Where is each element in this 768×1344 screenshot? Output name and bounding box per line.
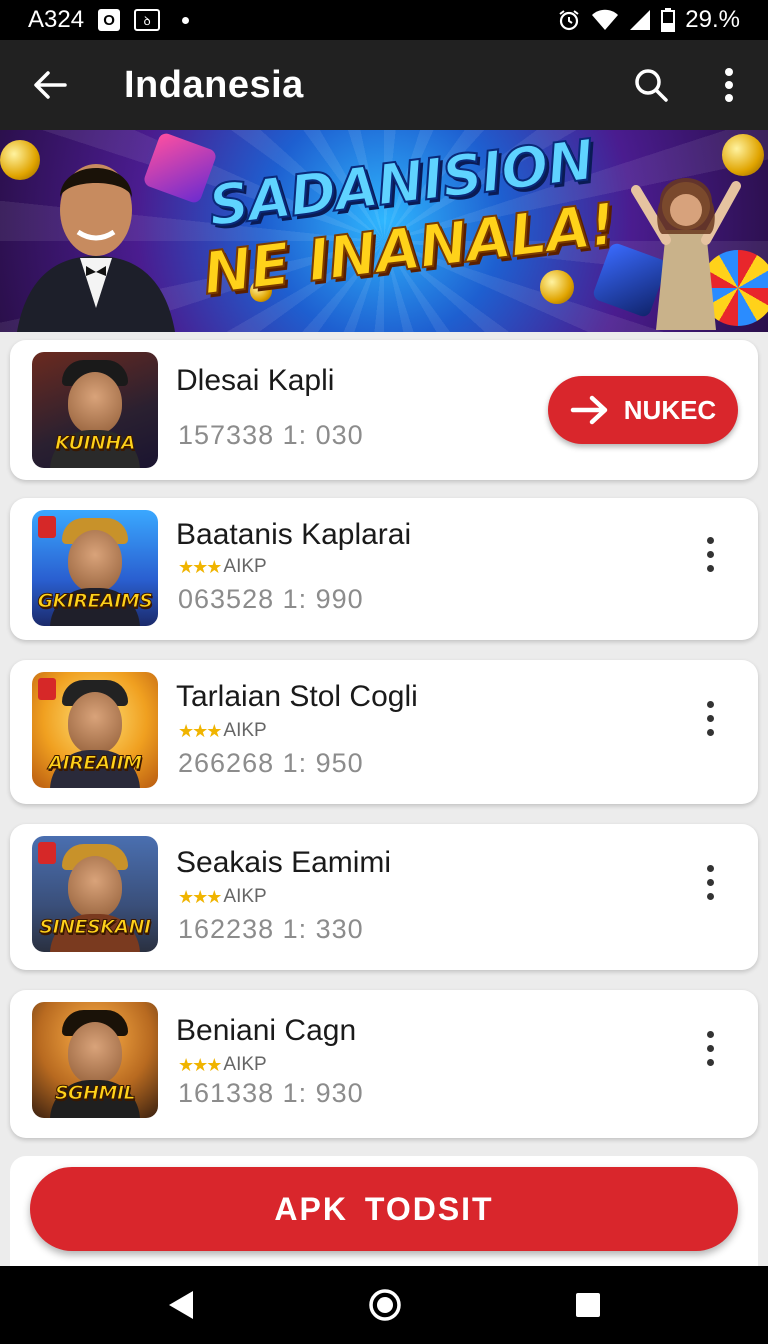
rating-label: AIKP [223,720,267,741]
coin-graphic [540,270,574,304]
app-thumbnail: SINESKANI [32,836,158,952]
thumbnail-face [68,372,122,434]
host-portrait-image [17,164,175,332]
nav-back-icon[interactable] [167,1289,195,1321]
item-more-button[interactable] [692,852,728,912]
thumbnail-face [68,1022,122,1084]
app-bar: Indanesia [0,40,768,130]
rating-label: AIKP [223,886,267,907]
featured-app-card[interactable]: KUINHA Dlesai Kapli 157338 1: 030 NUKEC [10,340,758,480]
app-rating: ★★★ AIKP [178,1054,267,1076]
thumbnail-face [68,530,122,592]
battery-icon [661,8,676,32]
thumbnail-logo: KUINHA [54,432,136,455]
app-thumbnail: AIREAIIM [32,672,158,788]
app-rating: ★★★ AIKP [178,720,267,742]
item-more-button[interactable] [692,524,728,584]
app-meta: 157338 1: 030 [178,420,364,450]
app-meta: 161338 1: 930 [178,1078,364,1108]
star-rating-icon: ★★★ [178,720,222,741]
nav-recents-icon[interactable] [575,1292,601,1318]
open-button[interactable]: NUKEC [548,376,738,444]
app-thumbnail: GKIREAIMS [32,510,158,626]
app-list-item[interactable]: AIREAIIM Tarlaian Stol Cogli ★★★ AIKP 26… [10,660,758,804]
open-button-label: NUKEC [623,394,717,425]
alarm-icon [559,10,579,31]
apk-download-button[interactable]: APK TODSIT [30,1167,738,1251]
app-thumbnail: KUINHA [32,352,158,468]
app-screen: A324 O ꝺ 29.% Indanesia SADANISION NE IN… [0,0,768,1344]
app-name: Dlesai Kapli [176,364,335,397]
back-button[interactable] [0,40,100,130]
status-carrier: A324 [28,6,85,33]
rating-label: AIKP [223,1054,267,1075]
thumbnail-logo: AIREAIIM [48,752,143,775]
app-name: Tarlaian Stol Cogli [176,680,418,713]
thumbnail-badge [38,678,56,700]
thumbnail-badge [38,842,56,864]
thumbnail-logo: GKIREAIMS [37,590,153,613]
item-more-button[interactable] [692,1018,728,1078]
battery-percent: 29.% [685,6,740,33]
dancer-image [631,178,741,330]
thumbnail-badge [38,516,56,538]
thumbnail-logo: SGHMIL [54,1082,136,1105]
notification-o-icon: O [98,9,121,31]
status-bar: A324 O ꝺ 29.% [0,0,768,40]
page-title: Indanesia [124,63,304,106]
star-rating-icon: ★★★ [178,886,222,907]
app-rating: ★★★ AIKP [178,556,267,578]
star-rating-icon: ★★★ [178,1054,222,1075]
search-button[interactable] [612,40,690,130]
thumbnail-face [68,692,122,754]
promo-banner[interactable]: SADANISION NE INANALA! [0,130,768,332]
overflow-menu-button[interactable] [690,40,768,130]
notification-app-icon: ꝺ [134,9,161,31]
app-name: Baatanis Kaplarai [176,518,412,551]
thumbnail-face [68,856,122,918]
rating-label: AIKP [223,556,267,577]
app-rating: ★★★ AIKP [178,886,267,908]
app-list-item[interactable]: SGHMIL Beniani Cagn ★★★ AIKP 161338 1: 9… [10,990,758,1138]
app-name: Seakais Eamimi [176,846,392,879]
app-list-item[interactable]: SINESKANI Seakais Eamimi ★★★ AIKP 162238… [10,824,758,970]
app-thumbnail: SGHMIL [32,1002,158,1118]
app-name: Beniani Cagn [176,1014,357,1047]
signal-icon [630,10,651,30]
nav-home-icon[interactable] [368,1288,402,1322]
arrow-right-icon [570,395,608,425]
app-meta: 063528 1: 990 [178,584,364,614]
app-meta: 162238 1: 330 [178,914,364,944]
item-more-button[interactable] [692,688,728,748]
app-list-item[interactable]: GKIREAIMS Baatanis Kaplarai ★★★ AIKP 063… [10,498,758,640]
search-icon [635,69,668,102]
more-vert-icon [725,68,733,102]
wifi-icon [592,9,619,30]
notification-dot-icon [182,16,190,24]
app-meta: 266268 1: 950 [178,748,364,778]
system-nav-bar [0,1266,768,1344]
arrow-left-icon [34,71,67,99]
thumbnail-logo: SINESKANI [39,916,152,939]
star-rating-icon: ★★★ [178,556,222,577]
